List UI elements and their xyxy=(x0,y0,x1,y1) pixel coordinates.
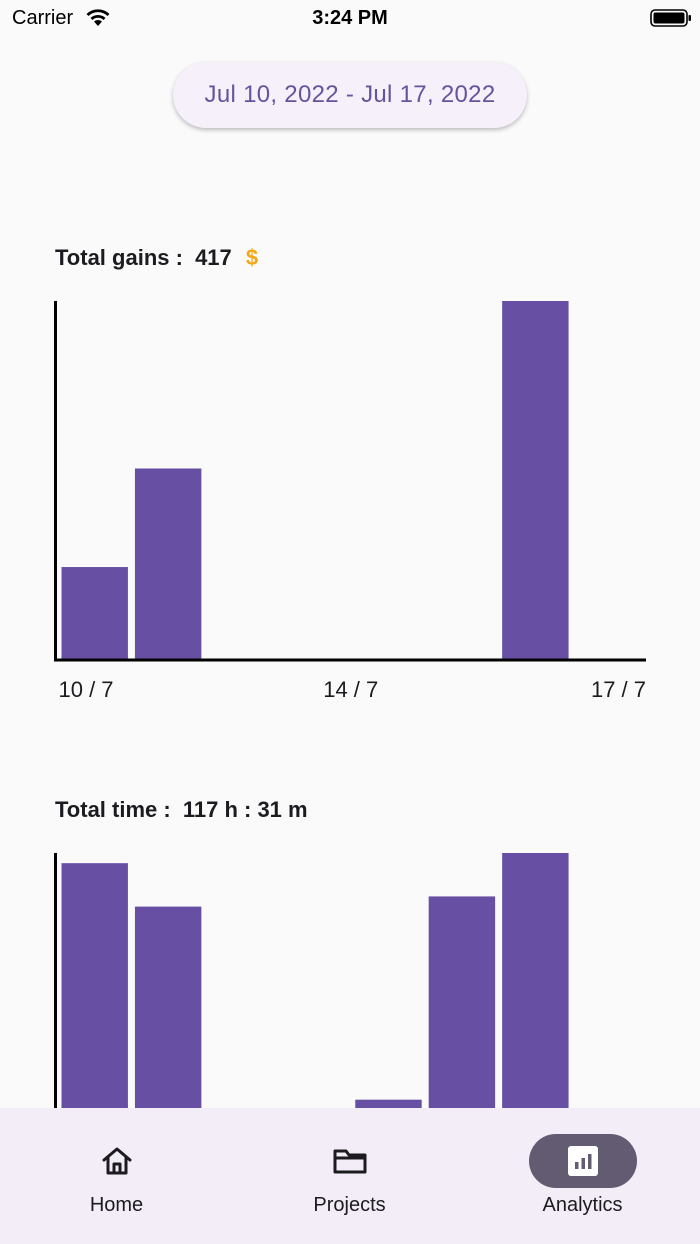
folder-icon xyxy=(333,1149,366,1174)
nav-label-analytics: Analytics xyxy=(542,1194,623,1216)
time-bar-1 xyxy=(134,906,202,1108)
nav-label-home: Home xyxy=(89,1194,144,1216)
time-bar-0 xyxy=(61,863,128,1108)
time-bar-6 xyxy=(502,853,569,1108)
nav-item-home[interactable]: Home xyxy=(0,1108,233,1244)
home-icon xyxy=(102,1147,131,1175)
time-bar-4 xyxy=(355,1099,422,1108)
time-bar-5 xyxy=(428,896,496,1108)
nav-label-projects: Projects xyxy=(313,1194,386,1216)
nav-active-indicator xyxy=(528,1134,637,1188)
nav-indicator xyxy=(63,1134,171,1188)
analytics-icon xyxy=(567,1146,598,1176)
nav-item-analytics[interactable]: Analytics xyxy=(466,1108,699,1244)
bottom-navigation-bar: Home Projects Analytics xyxy=(0,1108,700,1244)
time-bar-chart xyxy=(54,853,569,1108)
nav-indicator xyxy=(296,1134,404,1188)
nav-item-projects[interactable]: Projects xyxy=(233,1108,466,1244)
